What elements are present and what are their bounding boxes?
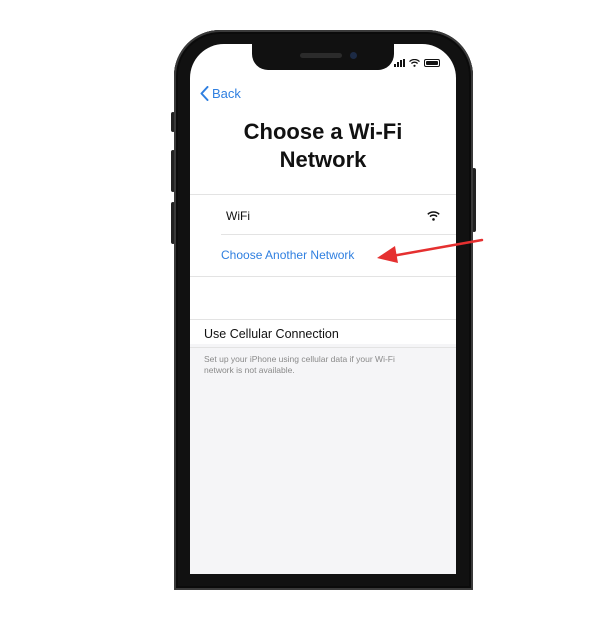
chevron-left-icon <box>200 86 209 101</box>
network-row-wifi[interactable]: WiFi <box>226 206 440 226</box>
divider <box>190 194 456 195</box>
cellular-signal-icon <box>394 59 405 67</box>
choose-another-network-link[interactable]: Choose Another Network <box>221 248 354 262</box>
status-bar <box>394 58 440 68</box>
phone-screen: Back Choose a Wi-Fi Network WiFi Choose … <box>190 44 456 574</box>
notch <box>252 44 394 70</box>
page-title: Choose a Wi-Fi Network <box>243 119 403 172</box>
network-name: WiFi <box>226 209 250 223</box>
back-button[interactable]: Back <box>200 86 241 101</box>
divider <box>190 347 456 348</box>
divider <box>190 276 456 277</box>
use-cellular-connection-button[interactable]: Use Cellular Connection <box>204 327 339 341</box>
grouped-background <box>190 344 456 574</box>
back-label: Back <box>212 86 241 101</box>
wifi-status-icon <box>409 59 420 67</box>
speaker-grille <box>300 53 342 58</box>
divider <box>190 319 456 320</box>
battery-icon <box>424 59 440 67</box>
divider <box>221 234 456 235</box>
cellular-description: Set up your iPhone using cellular data i… <box>204 354 395 375</box>
front-camera <box>350 52 357 59</box>
wifi-icon <box>427 211 440 221</box>
